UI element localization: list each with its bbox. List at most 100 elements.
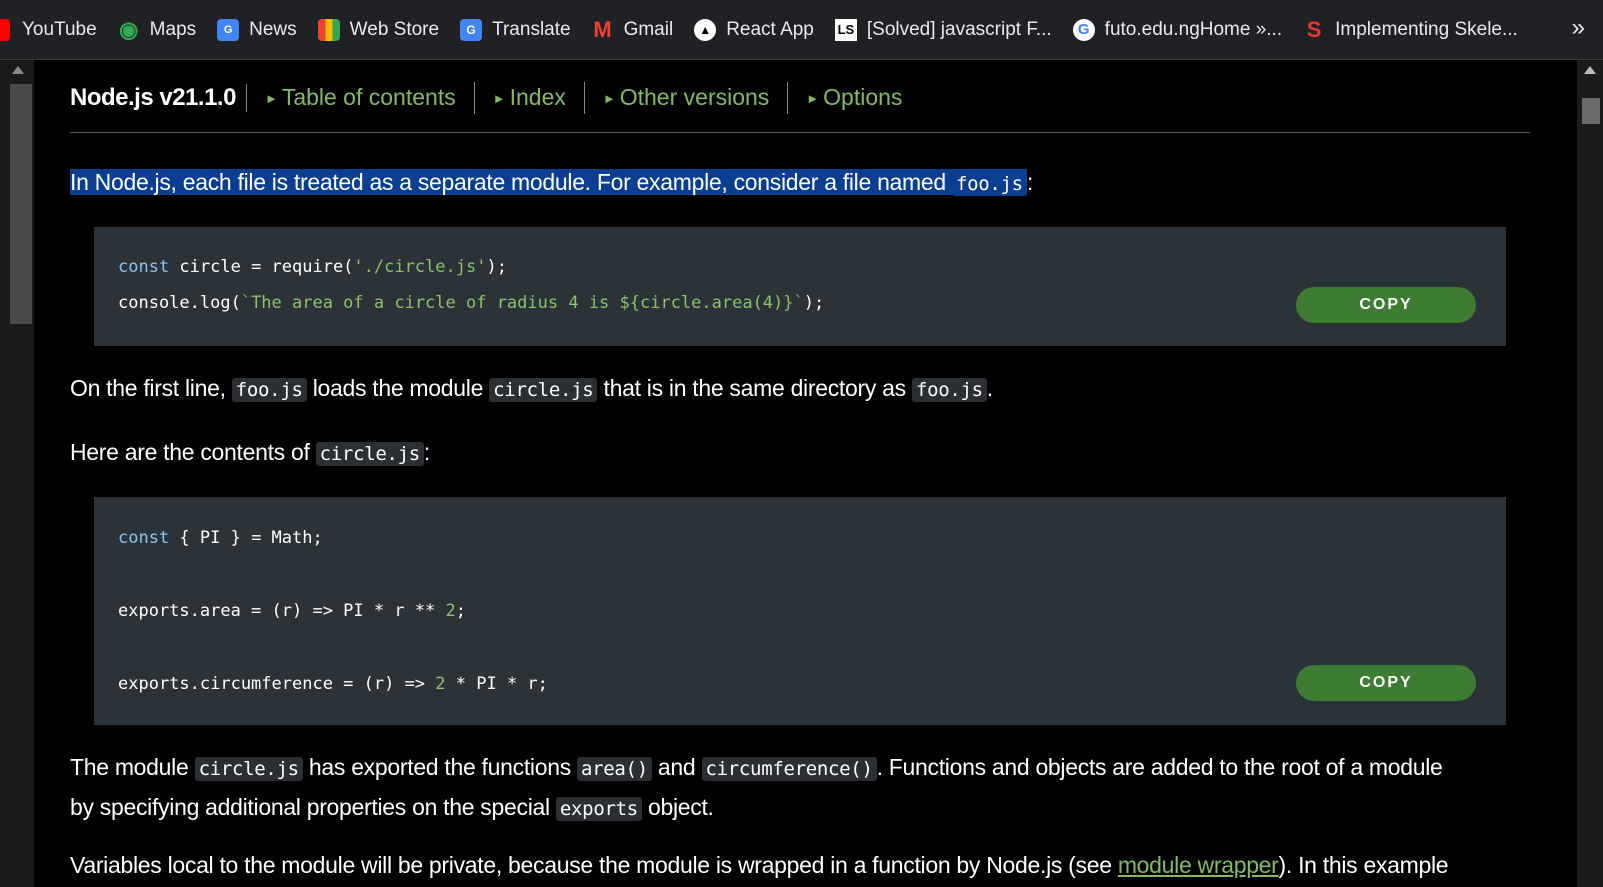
- inline-code: foo.js: [911, 378, 987, 402]
- triangle-icon: ►: [806, 90, 820, 106]
- code-line: console.log(`The area of a circle of rad…: [118, 293, 824, 313]
- code-text: console.log(: [118, 293, 241, 313]
- paragraph-exports: The module circle.js has exported the fu…: [70, 748, 1530, 828]
- bookmark-web-store[interactable]: Web Store: [310, 0, 452, 60]
- nav-label: Other versions: [619, 84, 770, 111]
- para-text: :: [1026, 169, 1033, 195]
- bookmark-futo[interactable]: G futo.edu.ngHome »...: [1065, 0, 1295, 60]
- copy-button[interactable]: COPY: [1296, 665, 1476, 701]
- inline-code: foo.js: [231, 378, 307, 402]
- code-text: exports.circumference = (r) =>: [118, 674, 436, 694]
- web-store-icon: [317, 18, 340, 41]
- code-line: const { PI } = Math;: [118, 528, 323, 548]
- inline-code: area(): [577, 757, 652, 781]
- triangle-icon: ►: [602, 90, 616, 106]
- news-icon: G: [217, 18, 240, 41]
- bookmark-label: [Solved] javascript F...: [866, 18, 1052, 40]
- para-text: by specifying additional properties on t…: [70, 794, 556, 820]
- code-line: const circle = require('./circle.js');: [118, 257, 507, 277]
- para-text: that is in the same directory as: [597, 375, 912, 401]
- nav-options[interactable]: ► Options: [788, 82, 920, 114]
- bookmark-react-app[interactable]: ▲ React App: [686, 0, 827, 60]
- scroll-up-arrow-icon[interactable]: [12, 66, 24, 74]
- code-keyword: const: [118, 528, 170, 548]
- bookmark-gmail[interactable]: M Gmail: [584, 0, 687, 60]
- paragraph-contents: Here are the contents of circle.js:: [70, 433, 430, 473]
- right-scrollbar[interactable]: [1577, 60, 1603, 887]
- bookmark-label: News: [249, 18, 297, 40]
- nav-label: Options: [823, 84, 903, 111]
- para-text: and: [651, 754, 702, 780]
- react-app-icon: ▲: [694, 18, 717, 41]
- paragraph-private: Variables local to the module will be pr…: [70, 846, 1449, 884]
- para-text: :: [423, 439, 431, 465]
- paragraph-intro: In Node.js, each file is treated as a se…: [70, 163, 1033, 203]
- code-block-circle: const { PI } = Math; exports.area = (r) …: [94, 497, 1506, 725]
- para-text: . Functions and objects are added to the…: [876, 754, 1443, 780]
- bookmark-implementing-skeleton[interactable]: S Implementing Skele...: [1295, 0, 1531, 60]
- code-line: exports.circumference = (r) => 2 * PI * …: [118, 674, 548, 694]
- bookmarks-bar: YouTube ◉ Maps G News Web Store G Transl…: [0, 0, 1603, 60]
- nav-table-of-contents[interactable]: ► Table of contents: [247, 82, 475, 114]
- bookmark-label: Gmail: [623, 18, 674, 40]
- para-text: In Node.js, each file is treated as a se…: [70, 169, 952, 195]
- code-string: './circle.js': [353, 257, 487, 277]
- s-icon: S: [1306, 16, 1322, 42]
- scrollbar-thumb[interactable]: [10, 84, 32, 324]
- left-scrollbar[interactable]: [0, 60, 34, 887]
- code-line: exports.area = (r) => PI * r ** 2;: [118, 601, 466, 621]
- para-text: Variables local to the module will be pr…: [70, 852, 1118, 878]
- code-block-foo: const circle = require('./circle.js'); c…: [94, 227, 1506, 346]
- ls-icon: LS: [834, 18, 857, 41]
- para-text: Here are the contents of: [70, 439, 316, 465]
- scrollbar-thumb[interactable]: [1582, 98, 1600, 124]
- bookmark-label: React App: [726, 18, 814, 40]
- bookmark-label: YouTube: [22, 18, 97, 40]
- bookmark-solved-javascript[interactable]: LS [Solved] javascript F...: [827, 0, 1065, 60]
- code-text: * PI * r;: [445, 674, 548, 694]
- google-icon: G: [1072, 18, 1095, 41]
- bookmark-label: Web Store: [349, 18, 440, 40]
- more-bookmarks-chevron-icon[interactable]: »: [1572, 14, 1585, 42]
- code-text: circle = require(: [169, 257, 354, 277]
- code-text: ;: [455, 601, 467, 621]
- code-number: 2: [445, 601, 456, 621]
- para-text: object.: [641, 794, 714, 820]
- inline-code: circle.js: [315, 442, 424, 466]
- page: Node.js v21.1.0 ► Table of contents ► Inde…: [0, 60, 1603, 887]
- module-wrapper-link[interactable]: module wrapper: [1118, 852, 1279, 878]
- nav-label: Table of contents: [281, 84, 456, 111]
- nav-index[interactable]: ► Index: [475, 82, 585, 114]
- youtube-icon: [0, 18, 10, 41]
- maps-icon: ◉: [119, 16, 139, 42]
- code-text: );: [803, 293, 825, 313]
- para-text: loads the module: [306, 375, 490, 401]
- code-text: { PI } = Math;: [169, 528, 323, 548]
- inline-code: circumference(): [701, 757, 877, 781]
- code-keyword: const: [118, 257, 170, 277]
- copy-button[interactable]: COPY: [1296, 287, 1476, 323]
- inline-code: exports: [555, 797, 642, 821]
- para-text: ). In this example: [1278, 852, 1449, 878]
- bookmark-maps[interactable]: ◉ Maps: [110, 0, 209, 60]
- code-text: );: [486, 257, 507, 277]
- nav-label: Index: [509, 84, 566, 111]
- gmail-icon: M: [593, 16, 612, 42]
- docs-header: Node.js v21.1.0 ► Table of contents ► Inde…: [70, 60, 1530, 133]
- bookmark-translate[interactable]: G Translate: [452, 0, 584, 60]
- inline-code: circle.js: [489, 378, 598, 402]
- code-number: 2: [435, 674, 446, 694]
- bookmark-news[interactable]: G News: [209, 0, 310, 60]
- translate-icon: G: [460, 18, 483, 41]
- para-text: On the first line,: [70, 375, 232, 401]
- para-text: has exported the functions: [302, 754, 577, 780]
- inline-code: circle.js: [194, 757, 303, 781]
- selected-text: In Node.js, each file is treated as a se…: [70, 169, 1027, 196]
- version-title: Node.js v21.1.0: [70, 84, 247, 112]
- bookmark-label: Implementing Skele...: [1335, 18, 1518, 40]
- scroll-up-arrow-icon[interactable]: [1584, 66, 1596, 74]
- triangle-icon: ►: [492, 90, 506, 106]
- code-string: `The area of a circle of radius 4 is ${c…: [240, 293, 804, 313]
- bookmark-youtube[interactable]: YouTube: [0, 0, 110, 60]
- nav-other-versions[interactable]: ► Other versions: [585, 82, 789, 114]
